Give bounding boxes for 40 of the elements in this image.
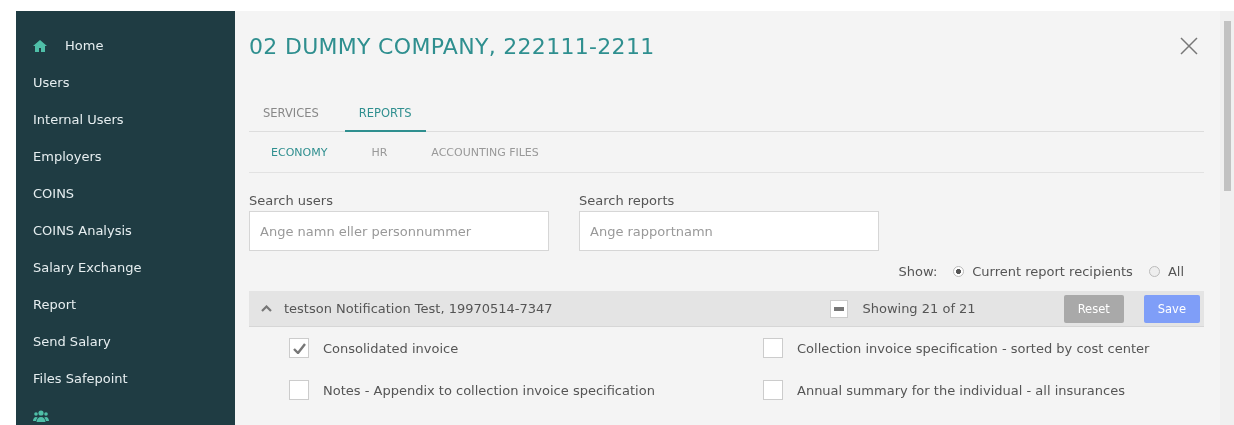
radio-label[interactable]: All (1167, 263, 1184, 279)
sidebar-item[interactable]: Home (65, 38, 104, 53)
show-label: Show: (898, 263, 938, 279)
sidebar-item[interactable]: Report (33, 297, 77, 312)
search-field[interactable]: Ange rapportnamn (579, 211, 879, 251)
report-label[interactable]: Annual summary for the individual - all insurances (797, 382, 1125, 398)
sidebar-item[interactable]: Send Salary (33, 334, 111, 349)
field-label: Search users (249, 193, 334, 208)
sidebar-item[interactable]: COINS (33, 186, 75, 201)
chevron-icon[interactable] (261, 305, 272, 312)
report-label[interactable]: Notes - Appendix to collection invoice specification (323, 382, 655, 398)
sidebar-item[interactable]: Internal Users (33, 112, 124, 127)
report-label[interactable]: Consolidated invoice (323, 340, 459, 356)
showing-count: Showing 21 of 21 (862, 301, 976, 316)
radio-button[interactable] (953, 265, 965, 277)
home-icon (33, 39, 47, 52)
checkbox[interactable] (763, 380, 783, 400)
check-icon (292, 342, 306, 354)
report-label[interactable]: Collection invoice specification - sorted by cost center (797, 340, 1150, 356)
sidebar-item[interactable]: Employers (33, 149, 102, 164)
sidebar-item[interactable]: Users (33, 75, 70, 90)
select-all-checkbox[interactable] (830, 299, 849, 318)
checkbox[interactable] (763, 338, 783, 358)
radio-button[interactable] (1148, 265, 1160, 277)
user-name: testson Notification Test, 19970514-7347 (284, 301, 554, 316)
sidebar-item[interactable]: COINS Analysis (33, 223, 132, 238)
dialog-title: 02 DUMMY COMPANY, 222111-2211 (249, 33, 655, 59)
field-label: Search reports (579, 193, 676, 208)
sidebar-item[interactable]: Files Safepoint (33, 371, 128, 386)
users-icon[interactable] (33, 409, 49, 422)
close-icon[interactable] (1180, 37, 1198, 55)
radio-label[interactable]: Current report recipients (972, 263, 1133, 279)
sub-tab[interactable]: ECONOMY (271, 146, 328, 159)
scrollbar-thumb[interactable] (1223, 21, 1231, 191)
sidebar-item[interactable]: Salary Exchange (33, 260, 142, 275)
tab[interactable]: REPORTS (344, 94, 426, 132)
minus-icon (834, 306, 845, 311)
checkbox[interactable] (289, 338, 309, 358)
search-field[interactable]: Ange namn eller personnummer (249, 211, 549, 251)
checkbox[interactable] (289, 380, 309, 400)
